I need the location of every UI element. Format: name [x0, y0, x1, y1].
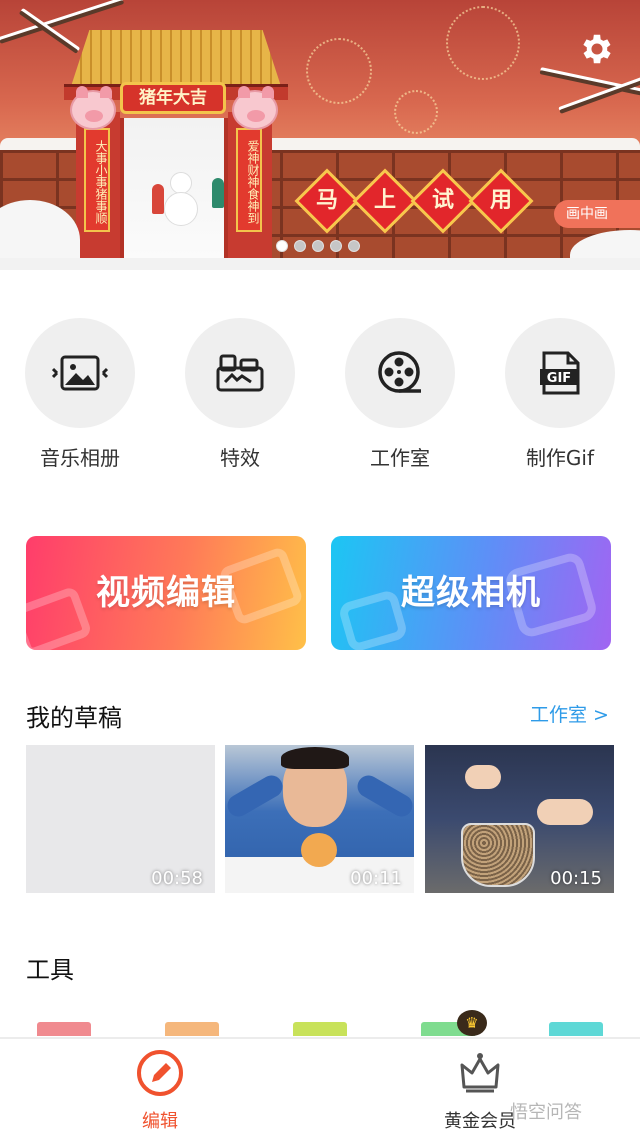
quick-action-circle — [345, 318, 455, 428]
quick-action-studio[interactable]: 工作室 — [345, 318, 455, 471]
couplet-left: 大事小事猪事顺 — [84, 128, 110, 232]
carousel-dot[interactable] — [348, 240, 360, 252]
carousel-dot[interactable] — [276, 240, 288, 252]
crown-icon — [460, 1053, 500, 1093]
quick-action-circle: GIF — [505, 318, 615, 428]
draft-image-hand — [465, 765, 501, 789]
snow-ground — [0, 258, 640, 270]
quick-action-label: 特效 — [220, 446, 260, 470]
couplet-right: 爱神财神食神到 — [236, 128, 262, 232]
draft-image-detail — [353, 771, 414, 821]
effects-icon — [216, 354, 264, 392]
quick-action-label: 音乐相册 — [40, 446, 120, 470]
carousel-dot[interactable] — [312, 240, 324, 252]
pip-badge[interactable]: 画中画 — [554, 200, 640, 228]
quick-action-music-album[interactable]: 音乐相册 — [25, 318, 135, 471]
try-now-char[interactable]: 上 — [362, 186, 408, 216]
draft-image-hand — [537, 799, 593, 825]
edit-pencil-icon — [137, 1050, 183, 1096]
quick-action-circle — [185, 318, 295, 428]
quick-action-circle — [25, 318, 135, 428]
draft-duration: 00:58 — [151, 868, 203, 889]
crown-icon: ♛ — [457, 1010, 487, 1036]
draft-image-chick — [301, 833, 337, 867]
nav-edit[interactable]: 编辑 — [100, 1047, 220, 1133]
draft-duration: 00:15 — [550, 868, 602, 889]
quick-action-effects[interactable]: 特效 — [185, 318, 295, 471]
snow-scene — [120, 118, 228, 258]
gear-icon — [583, 34, 611, 64]
draft-image-bowl — [461, 823, 535, 887]
tools-title: 工具 — [26, 956, 74, 984]
snowman-head — [170, 172, 192, 194]
super-camera-label: 超级相机 — [401, 573, 541, 613]
nav-edit-label: 编辑 — [142, 1111, 178, 1132]
promo-banner[interactable]: 大事小事猪事顺 爱神财神食神到 猪年大吉 马 上 试 用 画中画 — [0, 0, 640, 270]
pig-mascot-right — [232, 86, 278, 130]
tool-item[interactable] — [549, 1022, 603, 1036]
drafts-title: 我的草稿 — [26, 704, 122, 732]
draft-thumbnail[interactable]: 00:11 — [225, 745, 414, 893]
video-edit-label: 视频编辑 — [96, 573, 236, 613]
studio-link[interactable]: 工作室 > — [530, 700, 609, 727]
carousel-dot[interactable] — [294, 240, 306, 252]
video-camera-icon — [26, 585, 93, 650]
draft-thumbnail[interactable]: 00:15 — [425, 745, 614, 893]
photo-album-icon — [52, 355, 108, 391]
super-camera-card[interactable]: 超级相机 — [331, 536, 611, 650]
settings-button[interactable] — [578, 30, 616, 68]
firework-decoration — [394, 90, 438, 134]
firework-decoration — [306, 38, 372, 104]
child-figure — [212, 178, 224, 208]
pig-mascot-left — [70, 86, 116, 130]
try-now-char[interactable]: 试 — [420, 186, 466, 216]
draft-duration: 00:11 — [350, 868, 402, 889]
try-now-char[interactable]: 马 — [304, 186, 350, 216]
svg-text:GIF: GIF — [547, 371, 571, 386]
gate-sign: 猪年大吉 — [120, 82, 226, 114]
quick-action-label: 工作室 — [370, 446, 430, 470]
quick-action-make-gif[interactable]: GIF 制作Gif — [505, 318, 615, 471]
tool-item[interactable] — [165, 1022, 219, 1036]
draft-image-hair — [281, 747, 349, 769]
carousel-indicator — [276, 240, 360, 252]
firework-decoration — [446, 6, 520, 80]
quick-action-label: 制作Gif — [525, 446, 595, 470]
try-now-char[interactable]: 用 — [478, 186, 524, 216]
gate-roof — [71, 30, 281, 86]
camera-icon — [337, 588, 409, 650]
gif-icon: GIF — [540, 351, 580, 395]
video-edit-card[interactable]: 视频编辑 — [26, 536, 306, 650]
snowman-body — [164, 192, 198, 226]
carousel-dot[interactable] — [330, 240, 342, 252]
draft-thumbnail[interactable]: 00:58 — [26, 745, 215, 893]
film-reel-icon — [378, 351, 421, 393]
branch-decoration — [539, 70, 640, 97]
draft-image-detail — [225, 771, 287, 821]
child-figure — [152, 184, 164, 214]
tool-item[interactable] — [37, 1022, 91, 1036]
tool-item[interactable] — [293, 1022, 347, 1036]
watermark: 悟空问答 — [510, 1102, 582, 1123]
